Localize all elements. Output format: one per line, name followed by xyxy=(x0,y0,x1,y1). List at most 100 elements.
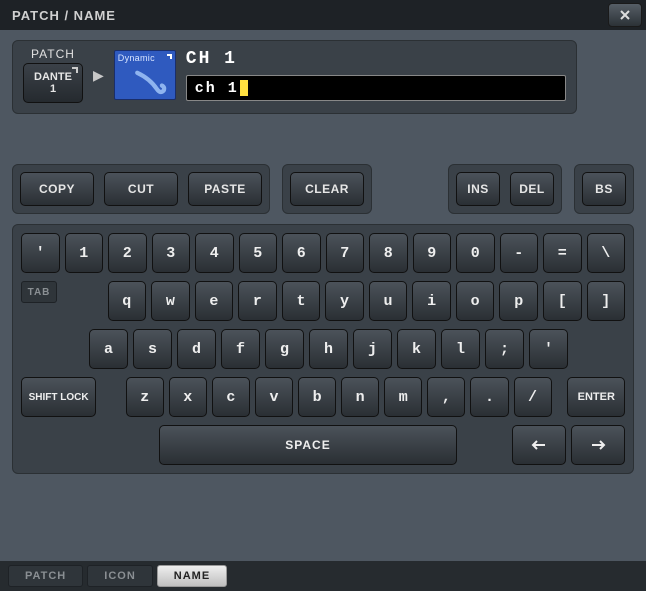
key[interactable]: m xyxy=(384,377,422,417)
expand-icon xyxy=(72,67,78,73)
tab-key[interactable]: TAB xyxy=(21,281,57,303)
key[interactable]: e xyxy=(195,281,234,321)
key[interactable]: n xyxy=(341,377,379,417)
key[interactable]: 2 xyxy=(108,233,147,273)
clipboard-group: COPY CUT PASTE xyxy=(12,164,270,214)
backspace-button[interactable]: BS xyxy=(582,172,626,206)
key[interactable]: d xyxy=(177,329,216,369)
key[interactable]: b xyxy=(298,377,336,417)
patch-source-column: PATCH DANTE 1 xyxy=(23,47,83,103)
keyboard-row-4: SHIFT LOCK z x c v b n m , . / ENTER xyxy=(21,377,625,417)
key[interactable]: g xyxy=(265,329,304,369)
key[interactable]: l xyxy=(441,329,480,369)
shift-lock-key[interactable]: SHIFT LOCK xyxy=(21,377,96,417)
insdel-group: INS DEL xyxy=(448,164,562,214)
key[interactable]: w xyxy=(151,281,190,321)
channel-icon-button[interactable]: Dynamic xyxy=(114,50,176,100)
key[interactable]: s xyxy=(133,329,172,369)
key[interactable]: ] xyxy=(587,281,626,321)
del-button[interactable]: DEL xyxy=(510,172,554,206)
key[interactable]: x xyxy=(169,377,207,417)
key[interactable]: 3 xyxy=(152,233,191,273)
key[interactable]: 8 xyxy=(369,233,408,273)
content-area: PATCH DANTE 1 ▶ Dynamic CH 1 ch 1 xyxy=(0,30,646,561)
saxophone-icon xyxy=(133,69,167,97)
keyboard-row-2: TAB q w e r t y u i o p [ ] xyxy=(21,281,625,321)
key[interactable]: o xyxy=(456,281,495,321)
tab-patch[interactable]: PATCH xyxy=(8,565,83,587)
key[interactable]: v xyxy=(255,377,293,417)
name-input[interactable]: ch 1 xyxy=(186,75,566,101)
bottom-tab-bar: PATCH ICON NAME xyxy=(0,561,646,591)
clear-button[interactable]: CLEAR xyxy=(290,172,364,206)
key[interactable]: r xyxy=(238,281,277,321)
keyboard: ' 1 2 3 4 5 6 7 8 9 0 - = \ TAB q w e xyxy=(12,224,634,474)
titlebar: PATCH / NAME xyxy=(0,0,646,30)
keyboard-row-1: ' 1 2 3 4 5 6 7 8 9 0 - = \ xyxy=(21,233,625,273)
key[interactable]: , xyxy=(427,377,465,417)
name-column: CH 1 ch 1 xyxy=(186,49,566,101)
close-icon xyxy=(619,9,631,21)
key[interactable]: 0 xyxy=(456,233,495,273)
close-button[interactable] xyxy=(608,3,642,27)
tab-icon[interactable]: ICON xyxy=(87,565,153,587)
expand-icon xyxy=(167,54,172,59)
patch-source-line2: 1 xyxy=(50,83,56,95)
key[interactable]: . xyxy=(470,377,508,417)
arrow-left-icon xyxy=(531,439,547,451)
copy-button[interactable]: COPY xyxy=(20,172,94,206)
key[interactable]: [ xyxy=(543,281,582,321)
window-title: PATCH / NAME xyxy=(12,8,116,23)
keyboard-row-5: SPACE xyxy=(21,425,625,465)
key[interactable]: 4 xyxy=(195,233,234,273)
arrow-right-icon: ▶ xyxy=(93,67,104,84)
key[interactable]: t xyxy=(282,281,321,321)
bs-group: BS xyxy=(574,164,634,214)
patch-name-window: PATCH / NAME PATCH DANTE 1 ▶ Dynamic xyxy=(0,0,646,591)
tab-name[interactable]: NAME xyxy=(157,565,227,587)
arrow-left-key[interactable] xyxy=(512,425,566,465)
key[interactable]: c xyxy=(212,377,250,417)
patch-header: PATCH DANTE 1 ▶ Dynamic CH 1 ch 1 xyxy=(12,40,577,114)
arrow-right-key[interactable] xyxy=(571,425,625,465)
enter-key[interactable]: ENTER xyxy=(567,377,625,417)
cut-button[interactable]: CUT xyxy=(104,172,178,206)
key[interactable]: - xyxy=(500,233,539,273)
key[interactable]: 5 xyxy=(239,233,278,273)
arrow-right-icon xyxy=(590,439,606,451)
key[interactable]: u xyxy=(369,281,408,321)
key[interactable]: 9 xyxy=(413,233,452,273)
key[interactable]: 7 xyxy=(326,233,365,273)
key[interactable]: \ xyxy=(587,233,626,273)
key[interactable]: 6 xyxy=(282,233,321,273)
key[interactable]: q xyxy=(108,281,147,321)
keyboard-row-3: a s d f g h j k l ; ' xyxy=(21,329,625,369)
channel-label: CH 1 xyxy=(186,49,566,69)
key[interactable]: h xyxy=(309,329,348,369)
key[interactable]: k xyxy=(397,329,436,369)
key[interactable]: j xyxy=(353,329,392,369)
icon-category-label: Dynamic xyxy=(115,51,175,65)
patch-label: PATCH xyxy=(31,47,75,61)
patch-source-line1: DANTE xyxy=(34,71,72,83)
key[interactable]: i xyxy=(412,281,451,321)
edit-toolbar: COPY CUT PASTE CLEAR INS DEL BS xyxy=(12,164,634,214)
paste-button[interactable]: PASTE xyxy=(188,172,262,206)
clear-group: CLEAR xyxy=(282,164,372,214)
patch-source-button[interactable]: DANTE 1 xyxy=(23,63,83,103)
key[interactable]: f xyxy=(221,329,260,369)
name-input-value: ch 1 xyxy=(195,80,239,97)
key[interactable]: / xyxy=(514,377,552,417)
key[interactable]: z xyxy=(126,377,164,417)
key[interactable]: a xyxy=(89,329,128,369)
key[interactable]: y xyxy=(325,281,364,321)
key[interactable]: p xyxy=(499,281,538,321)
key[interactable]: ' xyxy=(529,329,568,369)
ins-button[interactable]: INS xyxy=(456,172,500,206)
key[interactable]: ; xyxy=(485,329,524,369)
key[interactable]: ' xyxy=(21,233,60,273)
key[interactable]: 1 xyxy=(65,233,104,273)
key[interactable]: = xyxy=(543,233,582,273)
text-cursor-icon xyxy=(240,80,248,96)
space-key[interactable]: SPACE xyxy=(159,425,457,465)
